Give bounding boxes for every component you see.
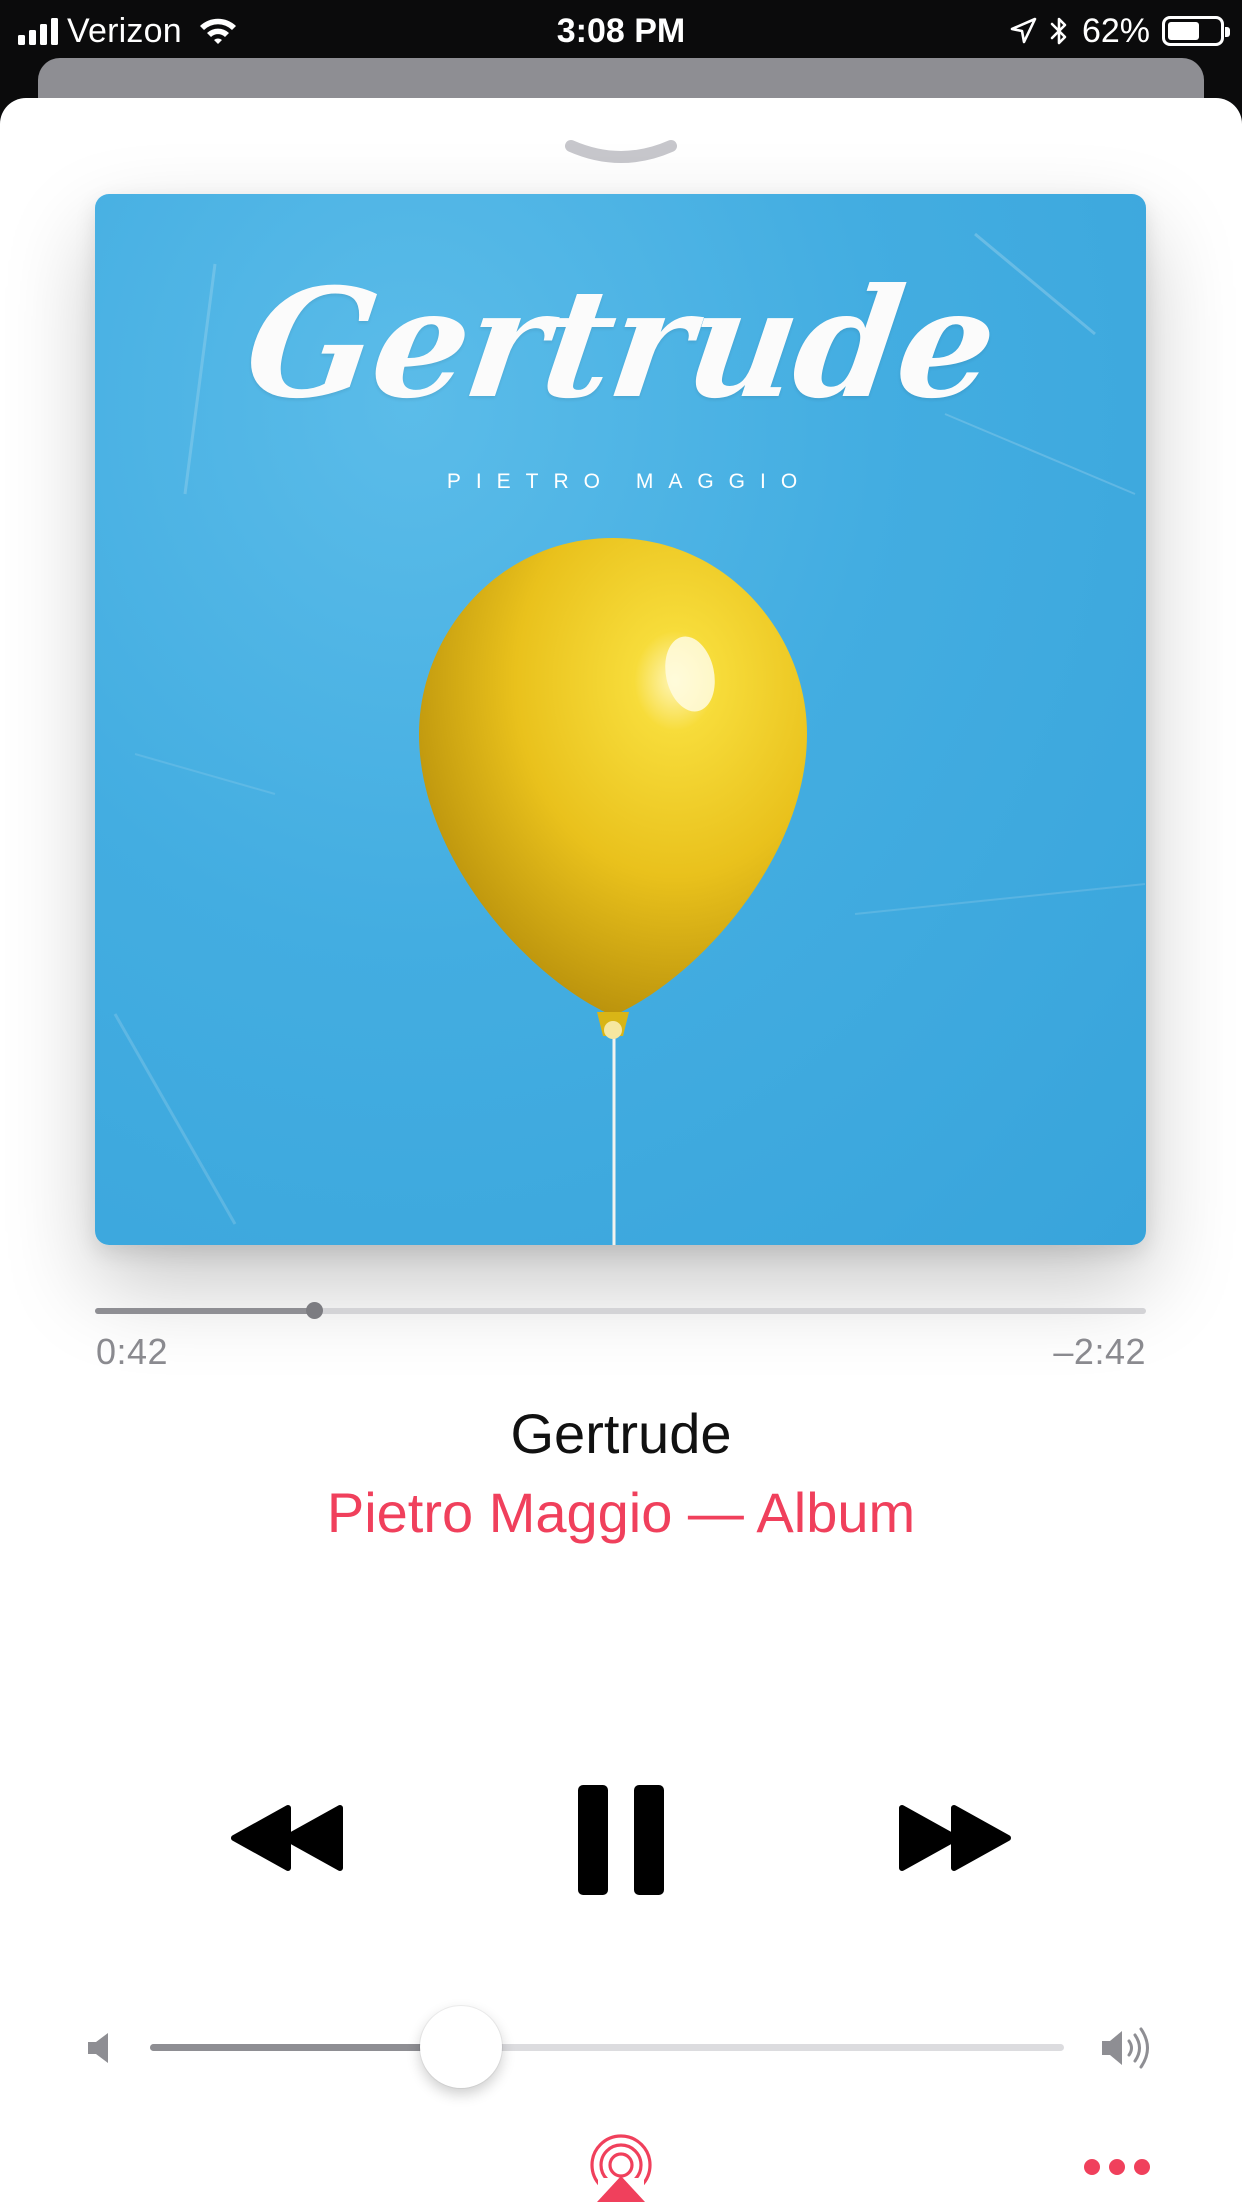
bluetooth-icon [1050,17,1067,45]
rewind-button[interactable] [222,1798,352,1878]
more-dot [1134,2159,1150,2175]
more-dot [1109,2159,1125,2175]
fast-forward-button[interactable] [890,1798,1020,1878]
battery-percent: 62% [1081,11,1150,50]
playback-scrubber[interactable] [95,1302,1146,1319]
volume-slider[interactable] [150,2006,1064,2088]
more-options-button[interactable] [1084,2154,1150,2180]
scrubber-played [95,1308,314,1314]
artist-album-link[interactable]: Pietro Maggio — Album [0,1480,1242,1545]
song-title: Gertrude [510,1402,732,1465]
artwork-artist: PIETRO MAGGIO [446,470,813,493]
volume-min-icon [88,2033,108,2063]
scrubber-thumb[interactable] [305,1302,323,1319]
volume-knob[interactable] [419,2006,502,2088]
dismiss-chevron-icon[interactable] [565,138,677,172]
rewind-icon [231,1805,343,1871]
volume-max-icon [1102,2027,1149,2069]
status-bar: Verizon 3:08 PM 62% [0,0,1242,62]
now-playing-sheet: Gertrude PIETRO MAGGIO 0:42 –2:42 Gertru… [0,98,1242,2208]
album-artwork: Gertrude PIETRO MAGGIO [95,194,1146,1245]
pause-icon [578,1785,664,1895]
pause-button[interactable] [560,1778,682,1902]
volume-level [150,2044,461,2051]
elapsed-time: 0:42 [96,1331,169,1372]
more-dot [1084,2159,1100,2175]
location-arrow-icon [1010,17,1037,44]
balloon-graphic [419,538,807,1245]
status-right: 62% [1008,8,1230,54]
battery-fill [1168,22,1199,40]
artwork-title: Gertrude [235,256,1005,432]
remaining-time: –2:42 [1053,1331,1146,1372]
battery-icon [1162,16,1230,46]
airplay-icon[interactable] [586,2134,656,2204]
fast-forward-icon [899,1805,1011,1871]
battery-cap [1225,27,1230,37]
